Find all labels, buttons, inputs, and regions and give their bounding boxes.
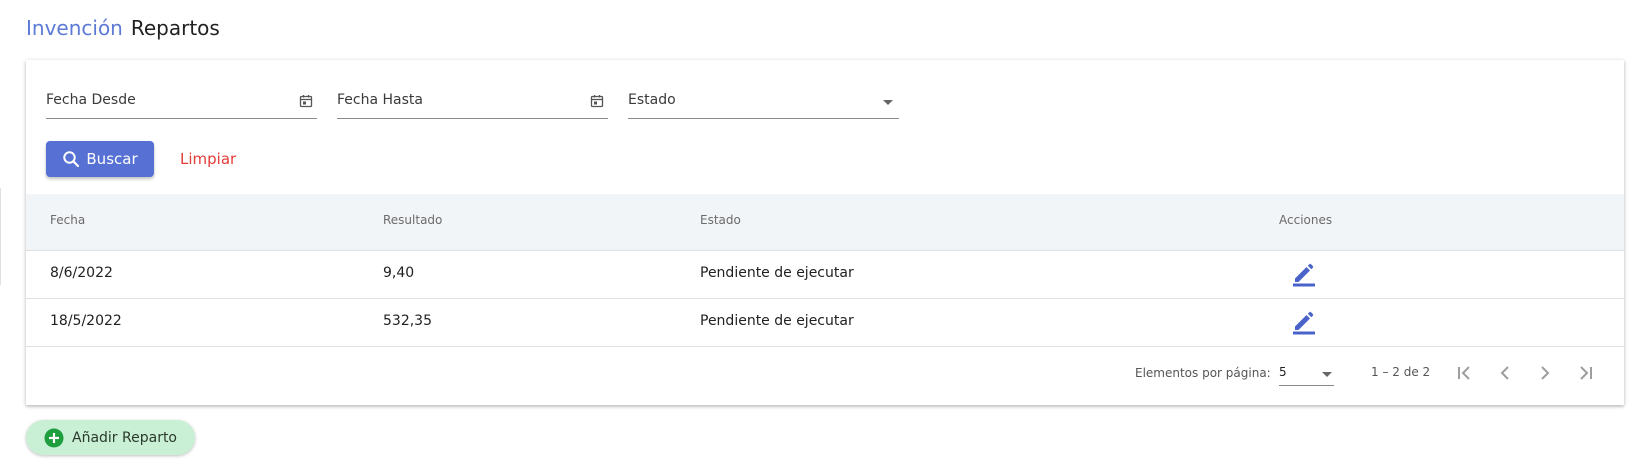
fecha-hasta-field[interactable]: Fecha Hasta — [337, 86, 608, 119]
fecha-desde-label: Fecha Desde — [46, 92, 136, 108]
search-button-label: Buscar — [86, 150, 138, 168]
column-header-acciones: Acciones — [1279, 213, 1333, 227]
first-page-icon[interactable] — [1453, 361, 1477, 385]
add-reparto-button[interactable]: Añadir Reparto — [26, 420, 195, 455]
calendar-icon[interactable] — [299, 94, 313, 108]
estado-select[interactable]: Estado — [628, 86, 899, 119]
page-edge-divider — [0, 188, 1, 285]
breadcrumb: Invención Repartos — [26, 16, 220, 40]
edit-icon[interactable] — [1291, 309, 1317, 335]
table-header: Fecha Resultado Estado Acciones — [26, 194, 1624, 251]
chevron-down-icon — [1322, 372, 1332, 377]
page-size-value: 5 — [1279, 365, 1287, 379]
table-row: 18/5/2022 532,35 Pendiente de ejecutar — [26, 299, 1624, 347]
search-button[interactable]: Buscar — [46, 141, 154, 177]
search-icon — [63, 151, 80, 168]
estado-label: Estado — [628, 92, 676, 108]
cell-resultado: 9,40 — [383, 265, 415, 281]
chevron-down-icon — [883, 100, 893, 105]
last-page-icon[interactable] — [1573, 361, 1597, 385]
add-reparto-label: Añadir Reparto — [72, 429, 177, 446]
cell-estado: Pendiente de ejecutar — [700, 313, 854, 329]
plus-circle-icon — [44, 428, 64, 447]
cell-resultado: 532,35 — [383, 313, 432, 329]
next-page-icon[interactable] — [1533, 361, 1557, 385]
calendar-icon[interactable] — [590, 94, 604, 108]
column-header-fecha: Fecha — [50, 213, 86, 227]
clear-button[interactable]: Limpiar — [180, 141, 236, 177]
previous-page-icon[interactable] — [1493, 361, 1517, 385]
page-size-select[interactable]: 5 — [1279, 363, 1334, 386]
repartos-card: Fecha Desde Fecha Hasta Estado Buscar Li… — [26, 60, 1624, 405]
fecha-hasta-label: Fecha Hasta — [337, 92, 423, 108]
page-title: Repartos — [130, 16, 220, 40]
cell-fecha: 8/6/2022 — [50, 265, 113, 281]
table-row: 8/6/2022 9,40 Pendiente de ejecutar — [26, 251, 1624, 299]
column-header-estado: Estado — [700, 213, 741, 227]
column-header-resultado: Resultado — [383, 213, 443, 227]
page-range-label: 1 – 2 de 2 — [1371, 365, 1431, 379]
cell-estado: Pendiente de ejecutar — [700, 265, 854, 281]
breadcrumb-parent-link[interactable]: Invención — [26, 16, 123, 40]
edit-icon[interactable] — [1291, 261, 1317, 287]
paginator: Elementos por página: 5 1 – 2 de 2 — [26, 347, 1624, 405]
fecha-desde-field[interactable]: Fecha Desde — [46, 86, 317, 119]
cell-fecha: 18/5/2022 — [50, 313, 122, 329]
items-per-page-label: Elementos por página: — [1135, 366, 1271, 380]
